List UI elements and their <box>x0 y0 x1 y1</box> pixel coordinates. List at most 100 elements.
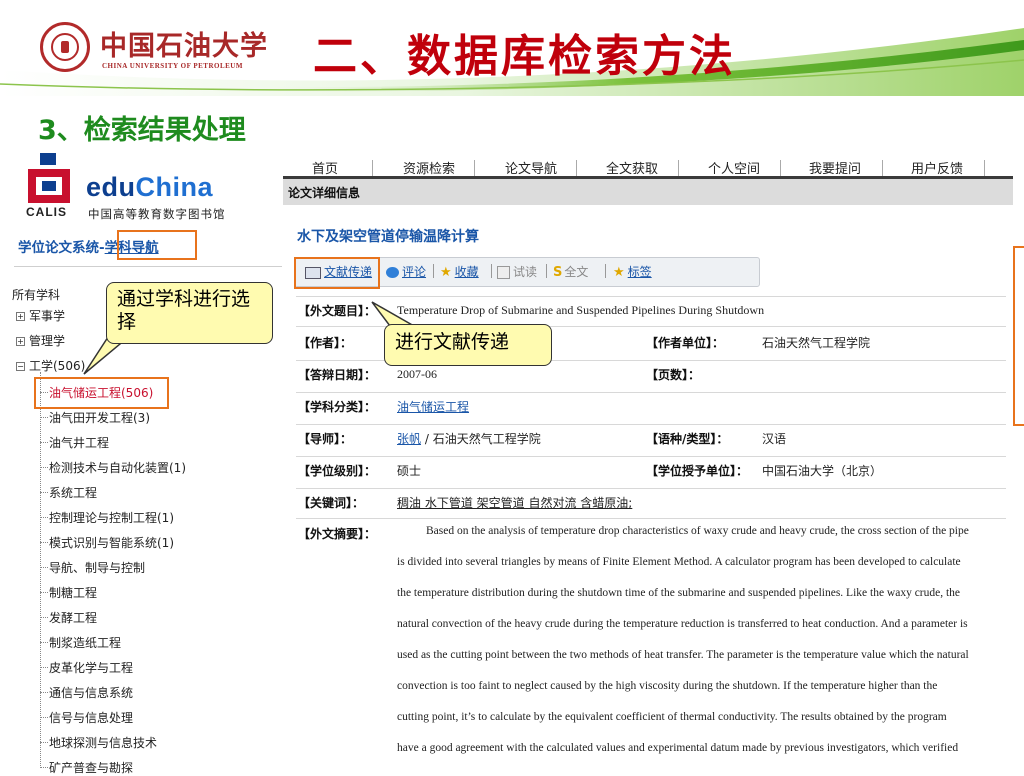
abstract-line: cutting point, it’s to calculate by the … <box>397 711 947 723</box>
advisor-value: 张帆 / 石油天然气工程学院 <box>397 430 541 447</box>
advisor-name-link[interactable]: 张帆 <box>397 432 421 446</box>
tree-guide-tick <box>40 592 48 593</box>
nav-title-prefix: 学位论文系统- <box>18 240 105 256</box>
callout-subject: 通过学科进行选择 <box>106 282 273 344</box>
tree-guide-tick <box>40 517 48 518</box>
tree-guide-tick <box>40 467 48 468</box>
advisor-label: 【导师】： <box>298 432 353 446</box>
language-value: 汉语 <box>762 432 787 446</box>
tree-leaf-item[interactable]: 模式识别与智能系统(1) <box>49 534 174 551</box>
tree-leaf-item[interactable]: 通信与信息系统 <box>49 684 133 701</box>
educhina-logo-edu: edu <box>86 172 136 202</box>
toolbar-divider <box>546 264 547 278</box>
tree-leaf-item[interactable]: 油气井工程 <box>49 434 109 451</box>
field-divider <box>296 488 1006 489</box>
tree-group-label: 军事学 <box>29 309 66 323</box>
degree-value: 硕士 <box>397 464 422 478</box>
tree-leaf-item[interactable]: 控制理论与控制工程(1) <box>49 509 174 526</box>
tree-guide-tick <box>40 542 48 543</box>
category-label: 【学科分类】： <box>298 400 377 414</box>
expand-plus-icon[interactable]: + <box>16 337 25 346</box>
field-divider <box>296 424 1006 425</box>
tree-guide-line <box>40 372 41 768</box>
toolbar-divider <box>433 264 434 278</box>
trial-read-button[interactable]: 试读 <box>497 263 537 280</box>
tree-leaf-item[interactable]: 检测技术与自动化装置(1) <box>49 459 186 476</box>
tree-group-label: 管理学 <box>29 334 66 348</box>
paper-title: 水下及架空管道停输温降计算 <box>297 229 479 245</box>
tag-label: 标签 <box>627 265 652 279</box>
educhina-logo[interactable]: eduChina <box>86 172 213 203</box>
tree-leaf-item[interactable]: 系统工程 <box>49 484 97 501</box>
university-name-en: CHINA UNIVERSITY OF PETROLEUM <box>102 62 243 70</box>
detail-header-bar <box>283 179 1013 205</box>
menu-divider <box>576 160 577 176</box>
abstract-label: 【外文摘要】： <box>298 527 377 541</box>
tree-group-military[interactable]: + 军事学 <box>16 307 65 324</box>
defense-date-value: 2007-06 <box>397 367 437 381</box>
calis-logo-icon <box>28 153 70 203</box>
tree-leaf-item[interactable]: 制糖工程 <box>49 584 97 601</box>
menu-feedback[interactable]: 用户反馈 <box>911 158 963 177</box>
tree-root[interactable]: 所有学科 <box>12 286 60 303</box>
tree-leaf-item[interactable]: 信号与信息处理 <box>49 709 133 726</box>
menu-fulltext[interactable]: 全文获取 <box>606 158 658 177</box>
tree-leaf-item[interactable]: 发酵工程 <box>49 609 97 626</box>
fulltext-button[interactable]: S 全文 <box>553 263 588 280</box>
abstract-line: Based on the analysis of temperature dro… <box>426 525 969 537</box>
tree-leaf-item[interactable]: 地球探测与信息技术 <box>49 734 157 751</box>
language-label: 【语种/类型】： <box>646 432 729 446</box>
tree-guide-tick <box>40 667 48 668</box>
menu-divider <box>372 160 373 176</box>
menu-divider <box>474 160 475 176</box>
menu-ask-question[interactable]: 我要提问 <box>809 158 861 177</box>
callout-delivery: 进行文献传递 <box>384 324 552 366</box>
category-link[interactable]: 油气储运工程 <box>397 398 469 415</box>
detail-header-label: 论文详细信息 <box>288 186 361 200</box>
menu-divider <box>882 160 883 176</box>
speech-bubble-icon <box>386 267 399 278</box>
tree-leaf-item[interactable]: 制浆造纸工程 <box>49 634 121 651</box>
slide-title: 二、数据库检索方法 <box>313 31 736 82</box>
tree-guide-tick <box>40 692 48 693</box>
keywords-label: 【关键词】： <box>298 496 365 510</box>
foreign-title-value: Temperature Drop of Submarine and Suspen… <box>397 303 765 317</box>
pages-label: 【页数】： <box>646 368 701 382</box>
keywords-value[interactable]: 稠油 水下管道 架空管道 自然对流 含蜡原油; <box>397 494 632 511</box>
tree-leaf-item[interactable]: 油气田开发工程(3) <box>49 409 150 426</box>
tag-button[interactable]: ★ 标签 <box>613 263 652 280</box>
favorite-button[interactable]: ★ 收藏 <box>440 263 479 280</box>
menu-divider <box>678 160 679 176</box>
toolbar-divider <box>605 264 606 278</box>
collapse-minus-icon[interactable]: − <box>16 362 25 371</box>
field-divider <box>296 456 1006 457</box>
tree-group-management[interactable]: + 管理学 <box>16 332 65 349</box>
menu-home[interactable]: 首页 <box>312 158 338 177</box>
field-divider <box>296 296 1006 297</box>
tree-guide-tick <box>40 642 48 643</box>
tree-guide-tick <box>40 617 48 618</box>
abstract-line: convection is too faint to neglect cause… <box>397 680 938 692</box>
advisor-unit: / 石油天然气工程学院 <box>421 432 541 446</box>
nav-title-highlight <box>117 230 197 260</box>
menu-thesis-nav[interactable]: 论文导航 <box>505 158 557 177</box>
grant-unit-value: 中国石油大学（北京） <box>762 464 883 478</box>
menu-personal-space[interactable]: 个人空间 <box>708 158 760 177</box>
expand-plus-icon[interactable]: + <box>16 312 25 321</box>
educhina-subtitle: 中国高等教育数字图书馆 <box>88 207 226 221</box>
tree-guide-tick <box>40 417 48 418</box>
degree-label: 【学位级别】： <box>298 464 377 478</box>
delivery-highlight <box>294 257 380 289</box>
toolbar-divider <box>491 264 492 278</box>
menu-resource-search[interactable]: 资源检索 <box>403 158 455 177</box>
abstract-line: the temperature distribution during the … <box>397 587 961 599</box>
tree-leaf-item[interactable]: 皮革化学与工程 <box>49 659 133 676</box>
field-divider <box>296 518 1006 519</box>
educhina-logo-china: China <box>135 172 214 202</box>
comment-label: 评论 <box>402 265 427 279</box>
tree-leaf-item[interactable]: 导航、制导与控制 <box>49 559 145 576</box>
tree-guide-tick <box>40 442 48 443</box>
star-icon: ★ <box>440 265 452 280</box>
comment-button[interactable]: 评论 <box>386 263 426 280</box>
menu-divider <box>780 160 781 176</box>
